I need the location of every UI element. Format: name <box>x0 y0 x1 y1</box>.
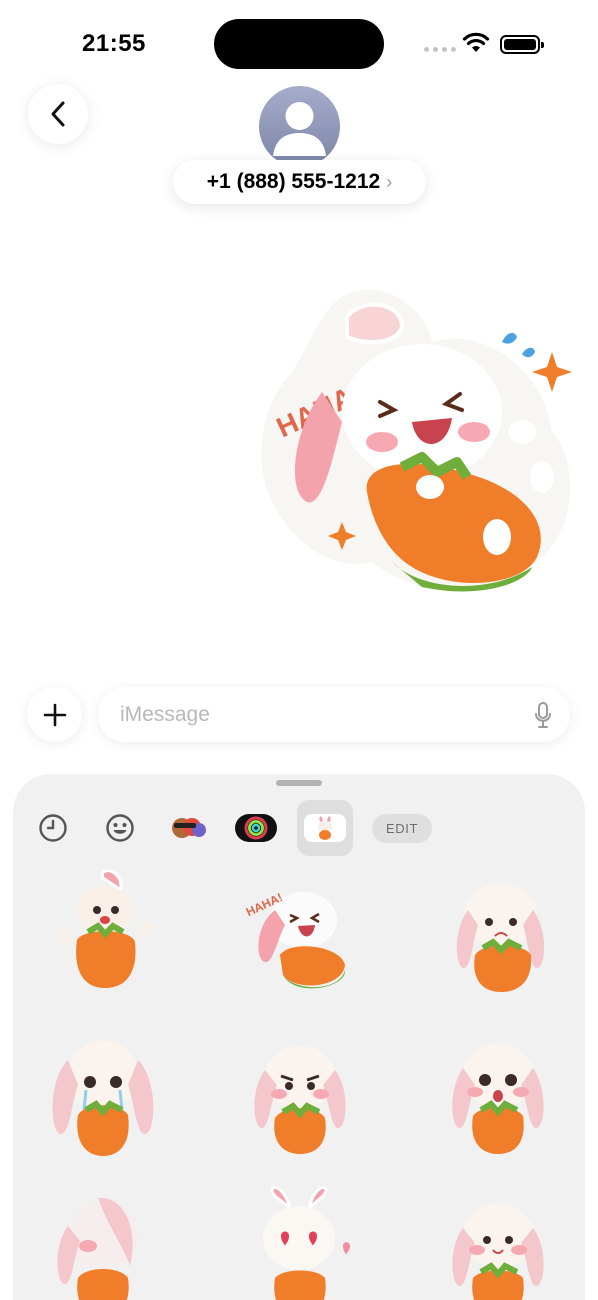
microphone-icon[interactable] <box>534 701 552 729</box>
bunny-sticker-pack-icon <box>304 814 346 842</box>
sticker-panel: EDIT HAHA! <box>13 774 585 1300</box>
edit-button[interactable]: EDIT <box>372 814 432 843</box>
bunny-worried-sticker[interactable] <box>433 870 563 1000</box>
chevron-right-icon: › <box>386 171 393 192</box>
tab-memoji[interactable] <box>160 800 216 856</box>
bunny-angry-sticker[interactable] <box>235 1030 365 1160</box>
battery-icon <box>500 35 544 54</box>
panel-grabber[interactable] <box>276 780 322 786</box>
activity-rings-icon <box>235 814 277 842</box>
tab-recents[interactable] <box>25 800 81 856</box>
chevron-left-icon <box>51 101 65 127</box>
bunny-shy-sticker[interactable] <box>38 1186 168 1300</box>
smiley-icon <box>106 814 134 842</box>
contact-name: +1 (888) 555-1212 <box>206 170 381 193</box>
memoji-icon <box>172 818 206 838</box>
plus-icon <box>43 703 66 726</box>
sticker-tabs: EDIT <box>13 800 585 856</box>
status-time: 21:55 <box>82 30 146 57</box>
wifi-icon <box>462 32 490 52</box>
bunny-laughing-sticker[interactable]: HAHA! <box>235 870 365 1000</box>
bunny-surprised-sticker[interactable] <box>433 1030 563 1160</box>
clock-icon <box>39 814 67 842</box>
contact-avatar[interactable] <box>259 86 340 167</box>
bunny-love-sticker[interactable] <box>235 1186 365 1300</box>
tab-activity[interactable] <box>228 800 284 856</box>
bunny-happy-sticker[interactable] <box>433 1186 563 1300</box>
cellular-signal-icon <box>424 47 456 52</box>
dynamic-island <box>214 19 384 69</box>
bunny-waving-sticker[interactable] <box>43 870 173 1000</box>
message-input[interactable]: iMessage <box>98 687 570 742</box>
plus-button[interactable] <box>27 687 82 742</box>
tab-emoji[interactable] <box>92 800 148 856</box>
person-icon <box>273 102 326 156</box>
contact-name-button[interactable]: +1 (888) 555-1212 › <box>173 160 426 204</box>
back-button[interactable] <box>28 84 88 144</box>
bunny-crying-sticker[interactable] <box>38 1030 168 1160</box>
message-placeholder: iMessage <box>120 702 210 726</box>
tab-bunny-pack[interactable] <box>297 800 353 856</box>
sent-bunny-sticker[interactable]: HAHAHA! <box>252 282 582 600</box>
